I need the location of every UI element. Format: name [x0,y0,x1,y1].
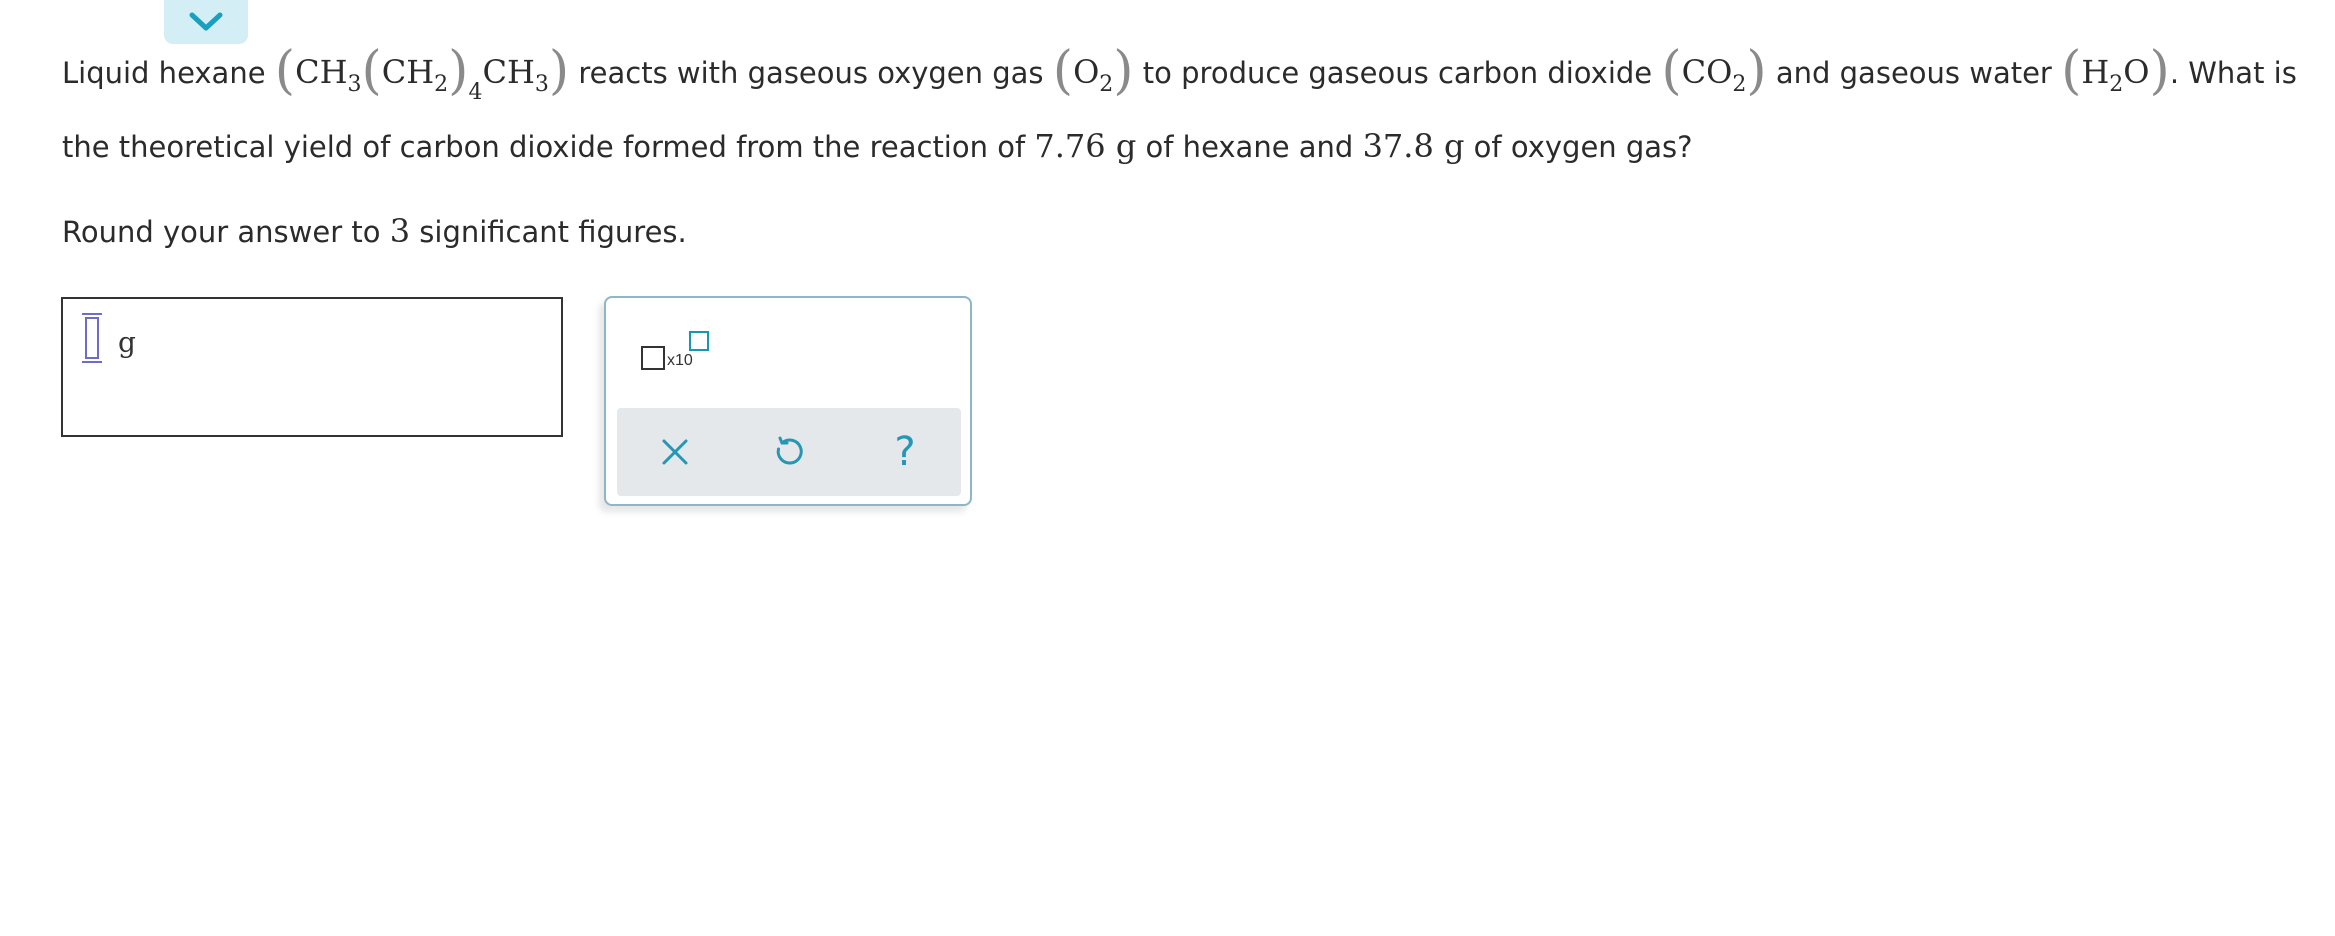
close-icon [662,439,688,465]
sig-figs-value: 3 [389,212,411,250]
math-toolbox: x10 ? [604,296,972,506]
oxygen-formula: (O2) [1052,41,1134,101]
hexane-mass: 7.76 g [1034,127,1137,165]
question-text-part: of oxygen gas? [1464,130,1693,164]
text-cursor [82,313,102,363]
question-text-part: reacts with gaseous oxygen gas [569,56,1053,90]
question-text-part: of hexane and [1136,130,1363,164]
rounding-text: significant figures. [410,215,687,249]
answer-input[interactable]: g [61,297,563,437]
unit-label: g [118,326,136,359]
rounding-instruction: Round your answer to 3 significant figur… [62,195,687,268]
exponent-box-icon [689,331,709,351]
undo-button[interactable] [767,430,811,474]
clear-button[interactable] [653,430,697,474]
rounding-text: Round your answer to [62,215,390,249]
chevron-down-icon [189,12,223,31]
help-button[interactable]: ? [883,430,927,474]
base-box-icon [641,346,665,370]
hexane-formula: (CH3(CH2)4CH3) [274,41,570,105]
undo-icon [776,436,803,465]
scientific-notation-button[interactable]: x10 [636,328,716,378]
question-text-part: to produce gaseous carbon dioxide [1133,56,1662,90]
question-text-part: Liquid hexane [62,56,275,90]
help-icon: ? [894,429,916,475]
carbon-dioxide-formula: (CO2) [1661,41,1767,101]
action-bar: ? [617,408,961,496]
water-formula: (H2O) [2061,41,2170,101]
question-text-part: and gaseous water [1766,56,2062,90]
x10-label: x10 [667,352,693,369]
oxygen-mass: 37.8 g [1362,127,1465,165]
question-text: Liquid hexane (CH3(CH2)4CH3) reacts with… [62,36,2302,184]
